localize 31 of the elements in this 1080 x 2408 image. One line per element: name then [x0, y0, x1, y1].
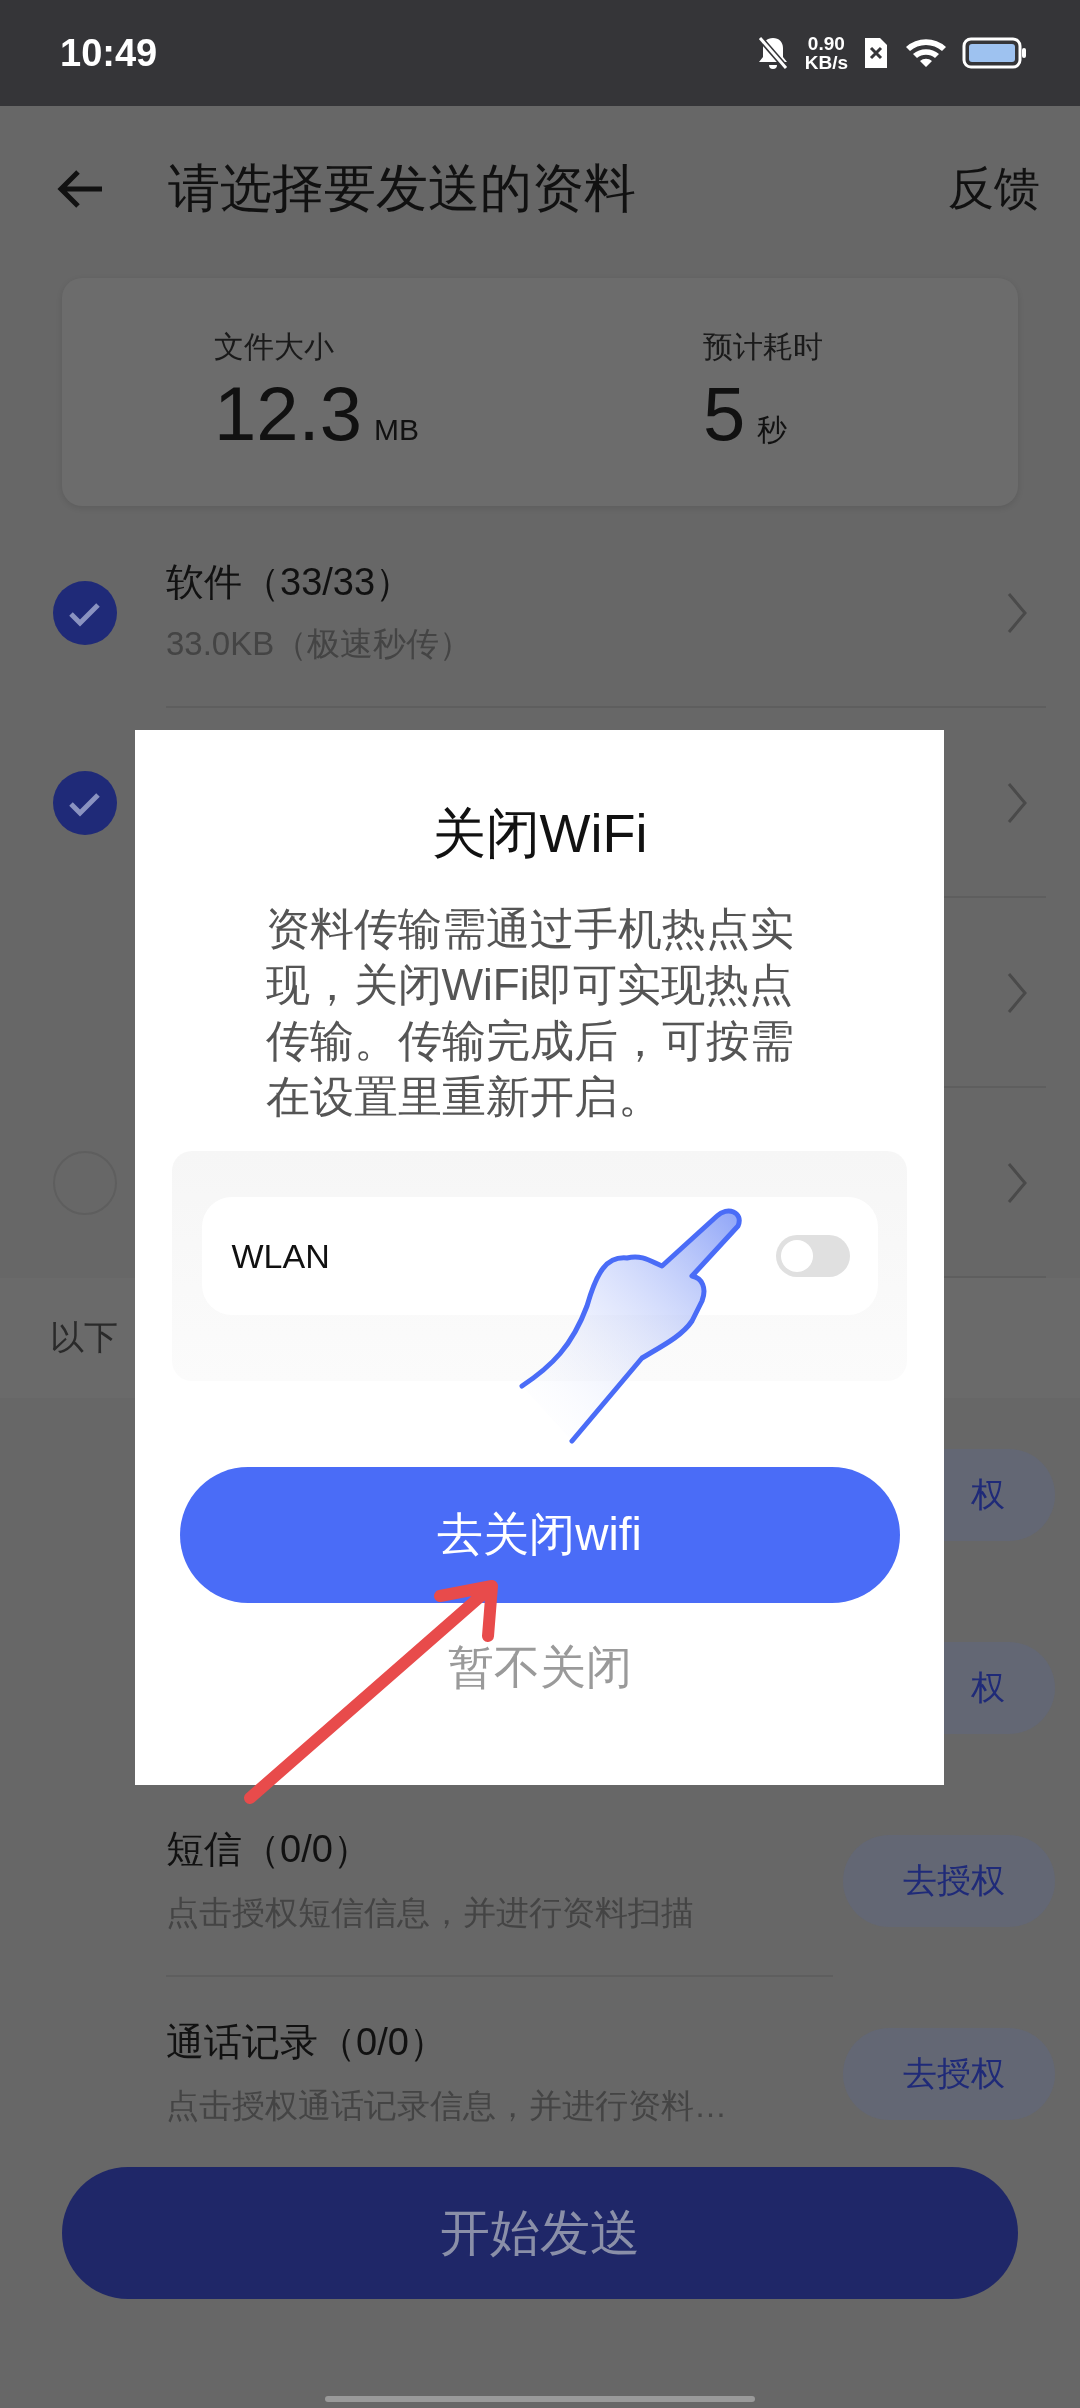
stat-label: 文件大小 [214, 329, 335, 365]
stat-label: 预计耗时 [703, 329, 824, 365]
stat-value: 12.3 [214, 370, 362, 457]
sim-icon [862, 35, 890, 71]
permission-title: 短信（0/0） [166, 1826, 372, 1872]
checkbox[interactable] [52, 770, 118, 836]
network-speed: 0.90 [807, 34, 845, 53]
permission-title: 通话记录（0/0） [166, 2019, 448, 2065]
start-send-button[interactable]: 开始发送 [62, 2167, 1018, 2299]
checkbox[interactable] [52, 580, 118, 646]
chevron-icon[interactable] [1006, 1161, 1028, 1205]
chevron-icon[interactable] [1006, 781, 1028, 825]
chevron-icon[interactable] [1006, 971, 1028, 1015]
authorize-button[interactable]: 去授权 [843, 1834, 1055, 1927]
network-speed-unit: KB/s [804, 53, 848, 72]
stat-unit: 秒 [757, 412, 788, 448]
stat-unit: MB [373, 413, 419, 447]
stat-value: 5 [703, 370, 746, 457]
section-label: 以下 [50, 1317, 118, 1358]
not-now-button[interactable]: 暂不关闭 [427, 1629, 652, 1707]
dialog-title: 关闭WiFi [431, 802, 648, 865]
chevron-icon[interactable] [1006, 591, 1028, 635]
battery-icon [962, 37, 1028, 69]
feedback-link[interactable]: 反馈 [948, 158, 1040, 220]
status-time: 10:49 [60, 31, 158, 75]
dialog-message: 资料传输需通过手机热点实现，关闭WiFi即可实现热点传输。传输完成后，可按需在设置里重新开启。 [265, 903, 795, 1123]
wlan-label: WLAN [231, 1236, 330, 1276]
close-wifi-button[interactable]: 去关闭wifi [179, 1467, 900, 1603]
item-title: 软件（33/33） [166, 560, 415, 605]
page-title: 请选择要发送的资料 [168, 158, 637, 219]
authorize-button[interactable]: 去授权 [843, 2027, 1055, 2120]
